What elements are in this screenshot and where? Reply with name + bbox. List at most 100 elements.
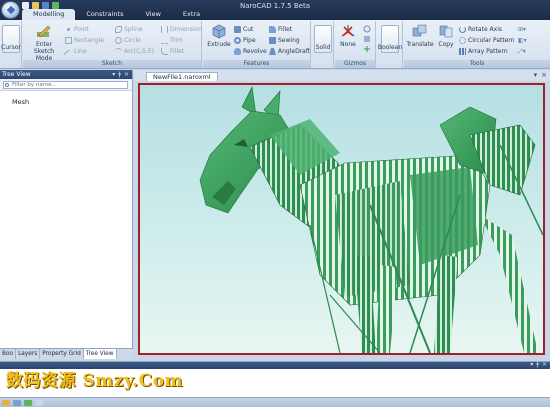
gizmo-mode-icons[interactable]: [362, 24, 372, 54]
tab-constraints[interactable]: Constraints: [75, 9, 134, 20]
transform-icon: ⤢▾: [518, 48, 526, 55]
boolean-group: Boolean: [377, 21, 403, 68]
circular-pattern-button[interactable]: Circular Pattern: [459, 36, 515, 45]
tab-boo[interactable]: Boo: [0, 349, 17, 359]
copy-button[interactable]: Copy: [435, 23, 457, 48]
close-icon[interactable]: ×: [124, 70, 129, 79]
angledraft-label: AngleDraft: [278, 48, 311, 55]
dimension-label: Dimension: [170, 26, 202, 33]
angledraft-button[interactable]: AngleDraft: [269, 47, 310, 56]
3d-viewport[interactable]: [138, 83, 545, 355]
line-button[interactable]: Line: [63, 47, 87, 60]
tab-modelling[interactable]: Modelling: [22, 9, 76, 20]
document-area: NewFile1.naroxml ▾ ×: [134, 70, 550, 359]
filter-input[interactable]: [3, 81, 128, 89]
copy-icon: [439, 25, 453, 38]
fillet-icon: [269, 26, 276, 33]
tree-item-mesh[interactable]: Mesh: [12, 98, 29, 106]
trim-button[interactable]: Trim: [161, 36, 183, 45]
point-button[interactable]: Point: [65, 25, 89, 34]
tools-extra-2[interactable]: ◧▾: [518, 36, 527, 45]
rectangle-button[interactable]: Rectangle: [65, 36, 104, 45]
cut-icon: [234, 26, 241, 33]
pin-icon[interactable]: ǂ: [118, 70, 121, 79]
dimension-icon: [161, 26, 168, 33]
tree-view-title: Tree View: [2, 71, 31, 78]
status-icons: [2, 400, 43, 406]
feature-fillet-button[interactable]: Fillet: [269, 25, 292, 34]
array-pattern-button[interactable]: Array Pattern: [459, 47, 508, 56]
boolean-label: Boolean: [377, 44, 403, 51]
cut-label: Cut: [243, 26, 254, 33]
close-icon[interactable]: ×: [541, 71, 547, 79]
view-icon[interactable]: [35, 400, 43, 406]
panel-controls: ▾ ǂ ×: [112, 70, 129, 79]
spline-icon: [115, 26, 122, 33]
translate-label: Translate: [406, 41, 434, 48]
gizmo-none-button[interactable]: None: [338, 23, 358, 48]
cut-button[interactable]: Cut: [234, 25, 253, 34]
tab-layers[interactable]: Layers: [16, 349, 41, 359]
sketch-group: Enter Sketch Mode Point Rectangle Line S…: [23, 21, 202, 68]
array-pattern-label: Array Pattern: [468, 48, 508, 55]
snap-icon[interactable]: [24, 400, 32, 406]
sewing-button[interactable]: Sewing: [269, 36, 300, 45]
translate-button[interactable]: Translate: [406, 23, 434, 48]
enter-sketch-button[interactable]: Enter Sketch Mode: [25, 23, 63, 62]
solid-group: Solid: [312, 21, 334, 68]
pipe-label: Pipe: [243, 37, 256, 44]
title-bar: NaroCAD 1.7.5 Beta Modelling Constraints…: [0, 0, 550, 20]
solid-label: Solid: [315, 44, 331, 51]
line-icon: [63, 49, 74, 60]
document-controls: ▾ ×: [534, 71, 547, 79]
sketch-fillet-label: Fillet: [170, 48, 185, 55]
watermark: 数码资源 Smzy.Com: [6, 371, 184, 391]
rectangle-icon: [65, 37, 72, 44]
extrude-button[interactable]: Extrude: [206, 23, 232, 48]
sketch-fillet-button[interactable]: Fillet: [161, 47, 184, 56]
circle-button[interactable]: Circle: [115, 36, 141, 45]
tab-property-grid[interactable]: Property Grid: [40, 349, 84, 359]
tree-view-header: Tree View ▾ ǂ ×: [0, 70, 132, 79]
array-pattern-icon: [459, 48, 466, 55]
arc-button[interactable]: Arc(C,S,E): [115, 47, 154, 56]
tab-view[interactable]: View: [134, 9, 171, 20]
dimension-button[interactable]: Dimension: [161, 25, 202, 34]
revolve-icon: [234, 48, 241, 55]
trim-label: Trim: [170, 37, 183, 44]
dropdown-icon[interactable]: ▾: [530, 361, 533, 368]
mirror-icon: ◧▾: [518, 37, 527, 44]
extrude-label: Extrude: [207, 41, 231, 48]
dropdown-icon[interactable]: ▾: [112, 70, 115, 79]
feature-fillet-label: Fillet: [278, 26, 293, 33]
tools-extra-1[interactable]: ⊞▾: [518, 25, 526, 34]
grid-icon[interactable]: [13, 400, 21, 406]
close-icon[interactable]: ×: [542, 361, 547, 368]
document-tab[interactable]: NewFile1.naroxml: [146, 72, 218, 81]
rotate-icon: [459, 26, 466, 33]
sketch-pencil-icon: [37, 25, 51, 38]
tab-extra[interactable]: Extra: [172, 9, 211, 20]
gizmo-axes-icon: [341, 25, 355, 37]
rotate-axis-button[interactable]: Rotate Axis: [459, 25, 502, 34]
tools-extra-3[interactable]: ⤢▾: [518, 47, 526, 56]
spline-button[interactable]: Spline: [115, 25, 142, 34]
chevron-down-icon[interactable]: ▾: [534, 71, 538, 79]
gizmos-group-label: Gizmos: [335, 60, 375, 68]
sewing-label: Sewing: [278, 37, 300, 44]
circular-pattern-label: Circular Pattern: [468, 37, 515, 44]
tab-tree-view[interactable]: Tree View: [83, 349, 117, 359]
translate-icon: [412, 24, 427, 37]
pin-icon[interactable]: ǂ: [536, 361, 539, 368]
pipe-button[interactable]: Pipe: [234, 36, 256, 45]
tools-group-label: Tools: [404, 60, 550, 68]
rotate-axis-label: Rotate Axis: [468, 26, 502, 33]
fillet-icon: [161, 48, 168, 55]
extrude-icon: [212, 24, 226, 39]
revolve-button[interactable]: Revolve: [234, 47, 267, 56]
filter-row: [0, 79, 132, 91]
document-tabstrip: NewFile1.naroxml ▾ ×: [134, 70, 550, 81]
layer-icon[interactable]: [2, 400, 10, 406]
enter-sketch-label: Enter Sketch Mode: [33, 41, 55, 62]
trim-icon: [161, 37, 168, 44]
